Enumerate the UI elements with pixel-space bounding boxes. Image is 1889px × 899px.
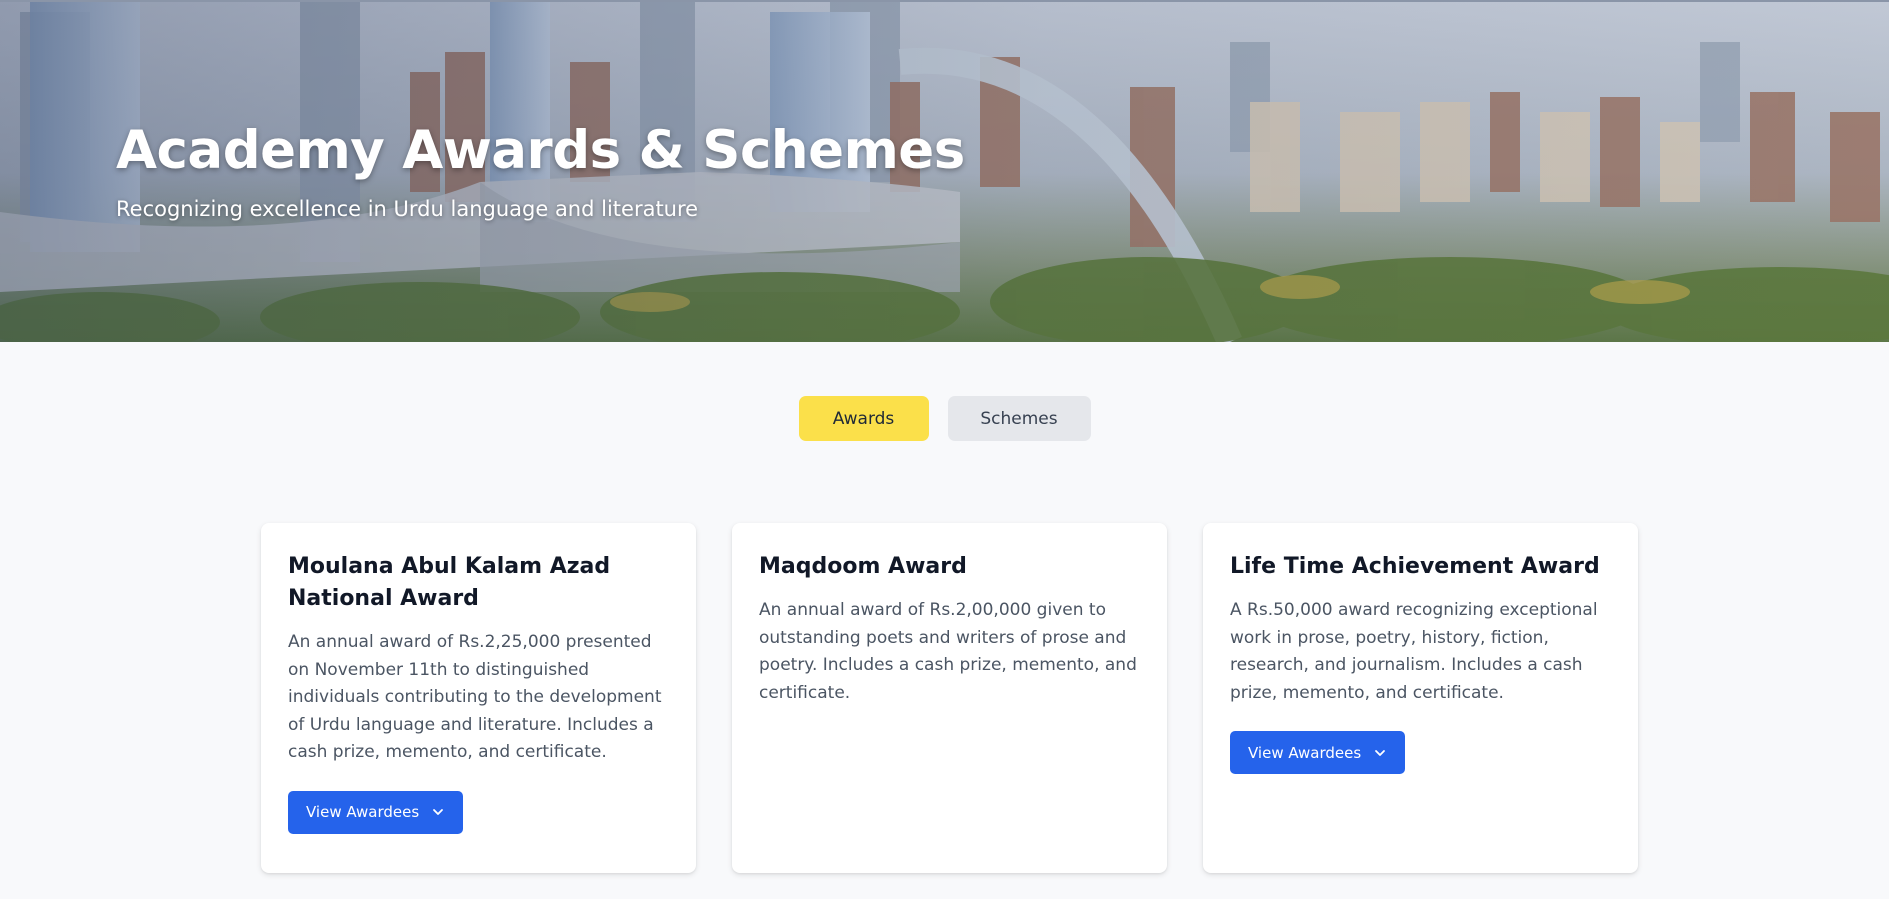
view-awardees-label: View Awardees [306, 803, 420, 821]
award-card: Moulana Abul Kalam Azad National Award A… [261, 523, 696, 873]
page-title: Academy Awards & Schemes [116, 120, 965, 181]
award-title: Maqdoom Award [759, 554, 967, 579]
tab-schemes[interactable]: Schemes [947, 396, 1091, 441]
award-description: An annual award of Rs.2,00,000 given to … [759, 600, 1137, 703]
award-title: Moulana Abul Kalam Azad National Award [288, 554, 611, 611]
award-title: Life Time Achievement Award [1230, 554, 1600, 579]
view-awardees-button[interactable]: View Awardees [1230, 731, 1406, 774]
view-awardees-label: View Awardees [1248, 743, 1362, 762]
award-description: An annual award of Rs.2,25,000 presented… [288, 632, 662, 762]
award-card: Life Time Achievement Award A Rs.50,000 … [1203, 523, 1638, 873]
awards-grid: Moulana Abul Kalam Azad National Award A… [261, 523, 1638, 873]
view-awardees-button[interactable]: View Awardees [288, 790, 464, 834]
award-card: Maqdoom Award An annual award of Rs.2,00… [732, 523, 1167, 873]
hero-banner: Academy Awards & Schemes Recognizing exc… [0, 0, 1889, 342]
award-description: A Rs.50,000 award recognizing exceptiona… [1230, 600, 1598, 703]
category-tabs: Awards Schemes [0, 396, 1889, 441]
chevron-down-icon [1373, 746, 1387, 760]
page-subtitle: Recognizing excellence in Urdu language … [116, 197, 699, 221]
tab-awards[interactable]: Awards [798, 396, 929, 441]
chevron-down-icon [431, 805, 445, 819]
